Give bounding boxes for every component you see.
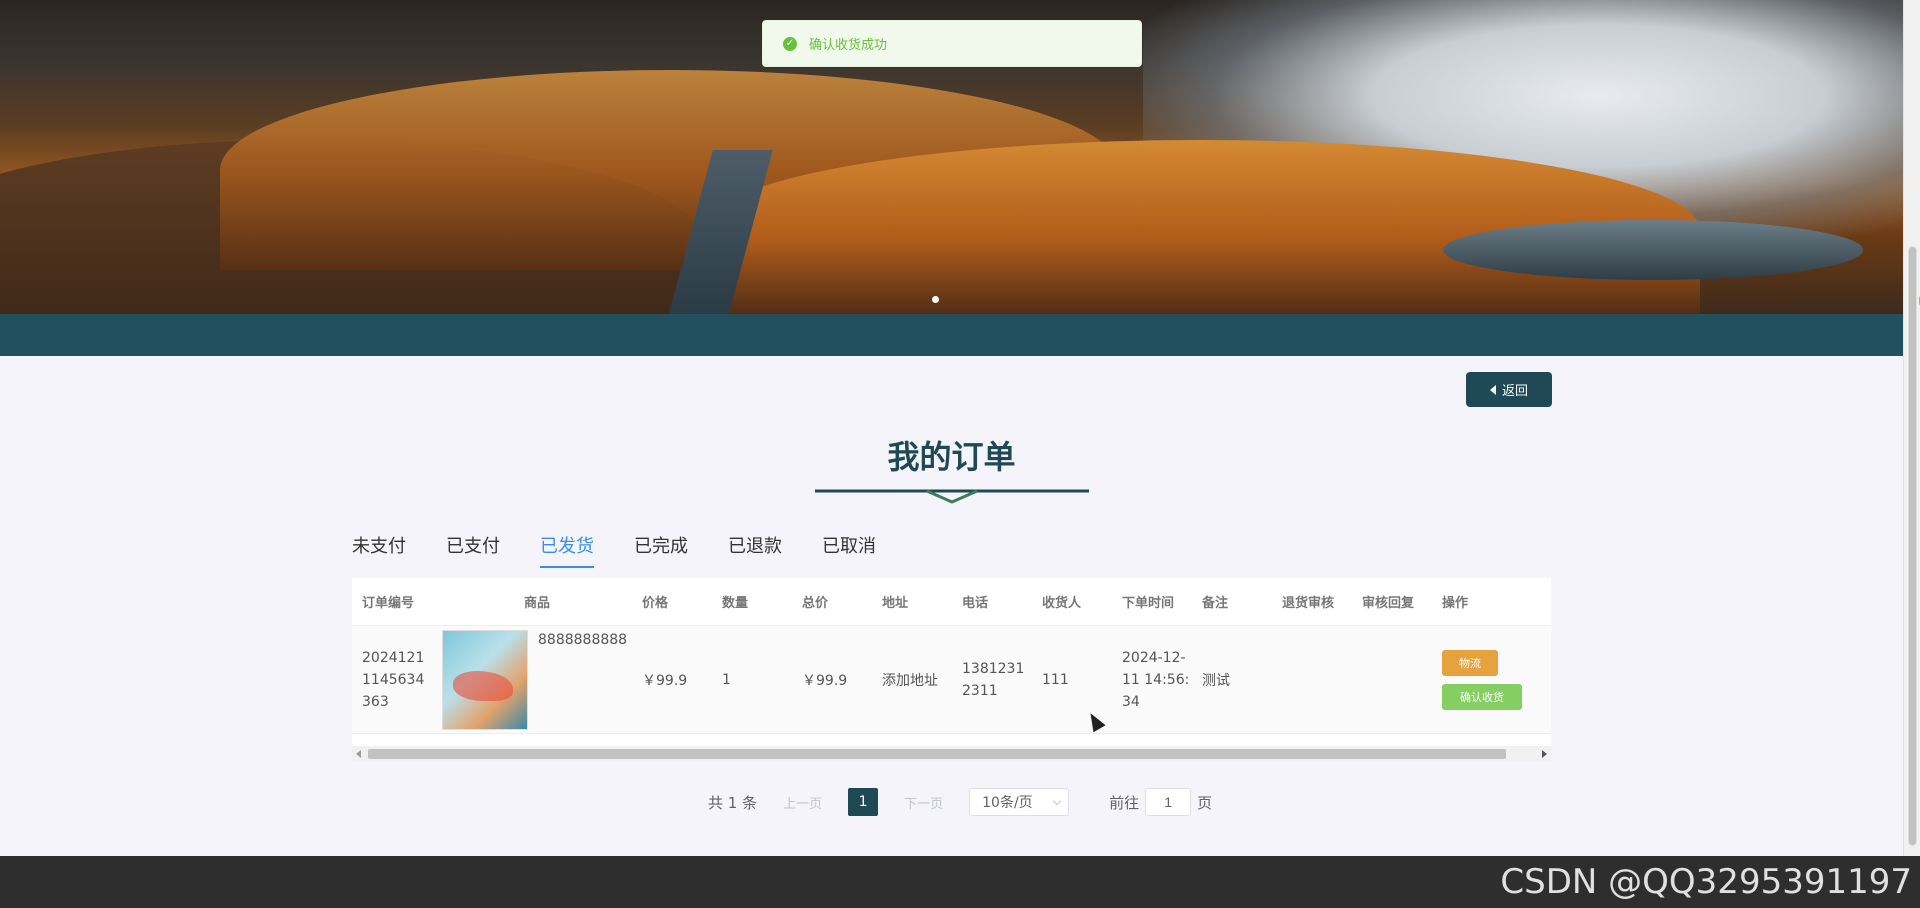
table-scrollbar-thumb[interactable]	[368, 749, 1506, 759]
quantity-cell: 1	[722, 671, 731, 688]
back-button[interactable]: 返回	[1466, 372, 1552, 407]
toast-message: 确认收货成功	[809, 38, 888, 53]
logistics-button[interactable]: 物流	[1442, 649, 1498, 676]
scroll-left-icon[interactable]	[356, 750, 361, 758]
confirm-receipt-button[interactable]: 确认收货	[1442, 683, 1522, 710]
carousel-indicator[interactable]	[932, 296, 939, 303]
page-size-select[interactable]: 10条/页	[969, 788, 1070, 816]
page-scrollbar[interactable]	[1903, 0, 1920, 856]
table-horizontal-scrollbar[interactable]	[352, 746, 1551, 762]
col-goods: 商品	[523, 596, 550, 611]
nav-band	[0, 314, 1903, 356]
order-no-cell: 20241211145634363	[362, 649, 425, 710]
remark-cell: 测试	[1202, 672, 1230, 689]
col-address: 地址	[882, 596, 909, 611]
col-total: 总价	[802, 596, 829, 611]
page-number-button[interactable]: 1	[848, 788, 879, 816]
actions-cell: 物流 确认收货	[1432, 649, 1551, 710]
success-toast: ✓ 确认收货成功	[762, 20, 1142, 67]
page-size-value: 10条/页	[982, 795, 1033, 811]
col-order-no: 订单编号	[362, 596, 415, 611]
tab-unpaid[interactable]: 未支付	[352, 532, 406, 568]
caret-left-icon	[1489, 384, 1496, 395]
watermark: CSDN @QQ3295391197	[1500, 862, 1912, 902]
col-actions: 操作	[1442, 596, 1469, 611]
prev-page-button[interactable]: 上一页	[783, 793, 822, 812]
goto-label: 前往	[1109, 793, 1140, 812]
tab-paid[interactable]: 已支付	[446, 532, 500, 568]
pagination: 共 1 条 上一页 1 下一页 10条/页 前往 页	[708, 788, 1212, 816]
title-underline-decoration	[815, 489, 1089, 504]
col-remark: 备注	[1202, 596, 1229, 611]
page-scrollbar-thumb[interactable]	[1908, 246, 1920, 846]
table-row: 20241211145634363 8888888888 ￥99.9 1 ￥99…	[352, 626, 1551, 734]
receiver-cell: 111	[1042, 671, 1069, 688]
col-phone: 电话	[962, 596, 989, 611]
orders-table: 订单编号 商品 价格 数量 总价 地址 电话 收货人 下单时间 备注 退货审核 …	[352, 578, 1551, 762]
col-review-reply: 审核回复	[1362, 596, 1415, 611]
order-time-cell: 2024-12-11 14:56:34	[1122, 649, 1190, 710]
check-circle-icon: ✓	[783, 36, 797, 51]
tab-completed[interactable]: 已完成	[634, 532, 688, 568]
tab-shipped[interactable]: 已发货	[540, 532, 594, 568]
col-quantity: 数量	[722, 596, 749, 611]
tab-cancelled[interactable]: 已取消	[822, 532, 876, 568]
goods-thumbnail[interactable]	[442, 629, 528, 730]
price-cell: ￥99.9	[642, 672, 688, 689]
address-cell: 添加地址	[882, 672, 938, 689]
phone-cell: 13812312311	[962, 660, 1025, 699]
col-price: 价格	[642, 596, 669, 611]
page-title: 我的订单	[887, 438, 1016, 476]
table-header: 订单编号 商品 价格 数量 总价 地址 电话 收货人 下单时间 备注 退货审核 …	[352, 578, 1551, 626]
col-return-review: 退货审核	[1282, 596, 1335, 611]
back-button-label: 返回	[1501, 384, 1528, 399]
scroll-right-icon[interactable]	[1542, 750, 1547, 758]
next-page-button[interactable]: 下一页	[904, 793, 943, 812]
goto-page-input[interactable]	[1145, 788, 1192, 816]
pagination-total: 共 1 条	[708, 793, 758, 812]
goods-name: 8888888888	[538, 631, 628, 648]
goods-cell: 8888888888	[432, 629, 632, 730]
col-order-time: 下单时间	[1122, 596, 1175, 611]
total-cell: ￥99.9	[802, 672, 848, 689]
page-suffix: 页	[1197, 793, 1213, 812]
chevron-down-icon	[1052, 796, 1062, 806]
tab-refunded[interactable]: 已退款	[728, 532, 782, 568]
order-status-tabs: 未支付 已支付 已发货 已完成 已退款 已取消	[352, 532, 916, 568]
col-receiver: 收货人	[1042, 596, 1082, 611]
